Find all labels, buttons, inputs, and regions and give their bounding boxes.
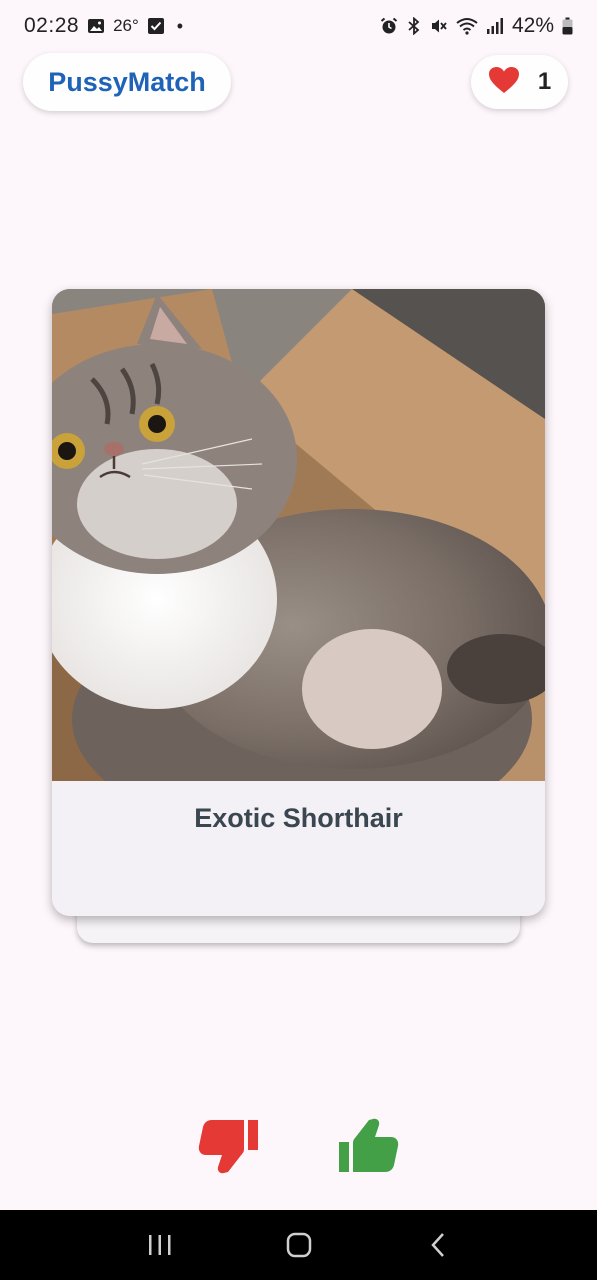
brand-pill: PussyMatch — [23, 53, 231, 111]
system-nav-bar — [0, 1210, 597, 1280]
cat-card[interactable]: Exotic Shorthair — [52, 289, 545, 916]
back-button[interactable] — [408, 1215, 468, 1275]
status-bar: 02:28 26° • 42% — [0, 0, 597, 52]
heart-icon — [488, 66, 520, 99]
breed-name: Exotic Shorthair — [194, 803, 403, 833]
app-title: PussyMatch — [48, 66, 206, 97]
cat-photo — [52, 289, 545, 781]
recent-apps-button[interactable] — [130, 1215, 190, 1275]
battery-percent: 42% — [511, 14, 554, 37]
mute-icon — [430, 17, 448, 35]
image-icon — [87, 17, 105, 35]
bluetooth-icon — [406, 17, 422, 35]
thumbs-up-icon — [339, 1118, 399, 1172]
status-time: 02:28 — [24, 14, 80, 37]
wifi-icon — [456, 17, 478, 35]
likes-counter-button[interactable]: 1 — [471, 55, 568, 109]
card-info: Exotic Shorthair — [52, 781, 545, 916]
like-button[interactable] — [333, 1115, 403, 1177]
home-button[interactable] — [269, 1215, 329, 1275]
home-icon — [286, 1232, 311, 1258]
thumbs-down-icon — [198, 1120, 258, 1174]
notification-dot-icon: • — [176, 15, 184, 36]
check-box-icon — [147, 17, 165, 35]
temperature: 26° — [113, 16, 139, 35]
status-right: 42% — [380, 14, 573, 38]
battery-icon — [562, 17, 573, 35]
likes-count: 1 — [537, 68, 552, 95]
status-left: 02:28 26° • — [24, 14, 183, 38]
dislike-button[interactable] — [194, 1115, 264, 1177]
app-screen: 02:28 26° • 42% PussyMatch 1 Exotic Shor… — [0, 0, 597, 1280]
recent-apps-icon — [148, 1235, 170, 1255]
alarm-icon — [380, 17, 398, 35]
back-icon — [430, 1233, 444, 1257]
signal-icon — [486, 17, 504, 35]
